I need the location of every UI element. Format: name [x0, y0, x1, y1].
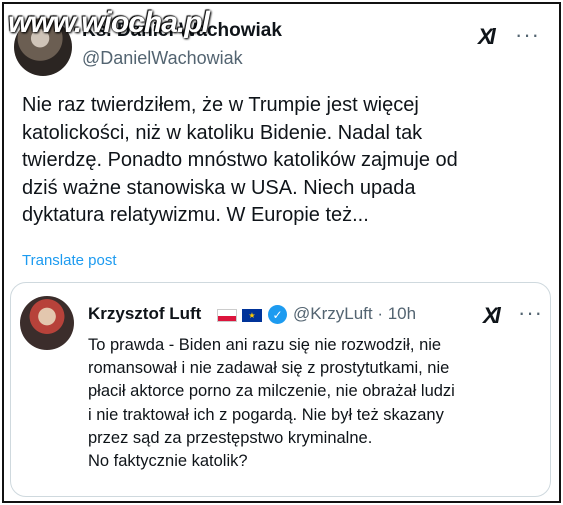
tweet-text-line: twierdzę. Ponadto mnóstwo katolików zajm…: [22, 149, 458, 171]
quoted-text-line: No faktycznie katolik?: [88, 452, 248, 471]
author-handle[interactable]: @DanielWachowiak: [82, 48, 243, 69]
quoted-tweet-text: To prawda - Biden ani razu się nie rozwo…: [88, 334, 543, 473]
tweet-text-line: dyktatura relatywizmu. W Europie też...: [22, 204, 369, 226]
quoted-text-line: romansował i nie zadawał się z prostytut…: [88, 359, 450, 378]
grok-icon[interactable]: Xl: [478, 24, 496, 50]
quoted-avatar[interactable]: [20, 296, 74, 350]
tweet-text-line: katolickości, niż w katoliku Bidenie. Na…: [22, 121, 423, 144]
grok-icon[interactable]: Xl: [483, 303, 501, 329]
tweet-text-line: dziś ważne stanowiska w USA. Niech upada: [22, 176, 416, 199]
tweet-text-line: Nie raz twierdziłem, że w Trumpie jest w…: [22, 94, 419, 116]
verified-badge-icon: ✓: [268, 305, 287, 324]
quoted-author-name[interactable]: Krzysztof Luft: [88, 304, 201, 324]
more-options-icon[interactable]: ···: [518, 300, 543, 326]
poland-flag-icon: [217, 309, 237, 322]
tweet-text: Nie raz twierdziłem, że w Trumpie jest w…: [22, 92, 542, 230]
translate-post-link[interactable]: Translate post: [22, 252, 117, 269]
watermark: www.wiocha.pl: [8, 6, 210, 39]
quoted-text-line: przez sąd za przestępstwo kryminalne.: [88, 428, 373, 447]
quoted-text-line: płacił aktorce porno za milczenie, nie o…: [88, 382, 455, 401]
eu-flag-icon: ★: [242, 309, 262, 322]
quoted-text-line: i nie traktował ich z pogardą. Nie był t…: [88, 405, 444, 424]
more-options-icon[interactable]: ···: [515, 22, 540, 48]
quoted-text-line: To prawda - Biden ani razu się nie rozwo…: [88, 336, 442, 354]
quoted-handle-time[interactable]: @KrzyLuft · 10h: [293, 304, 416, 324]
